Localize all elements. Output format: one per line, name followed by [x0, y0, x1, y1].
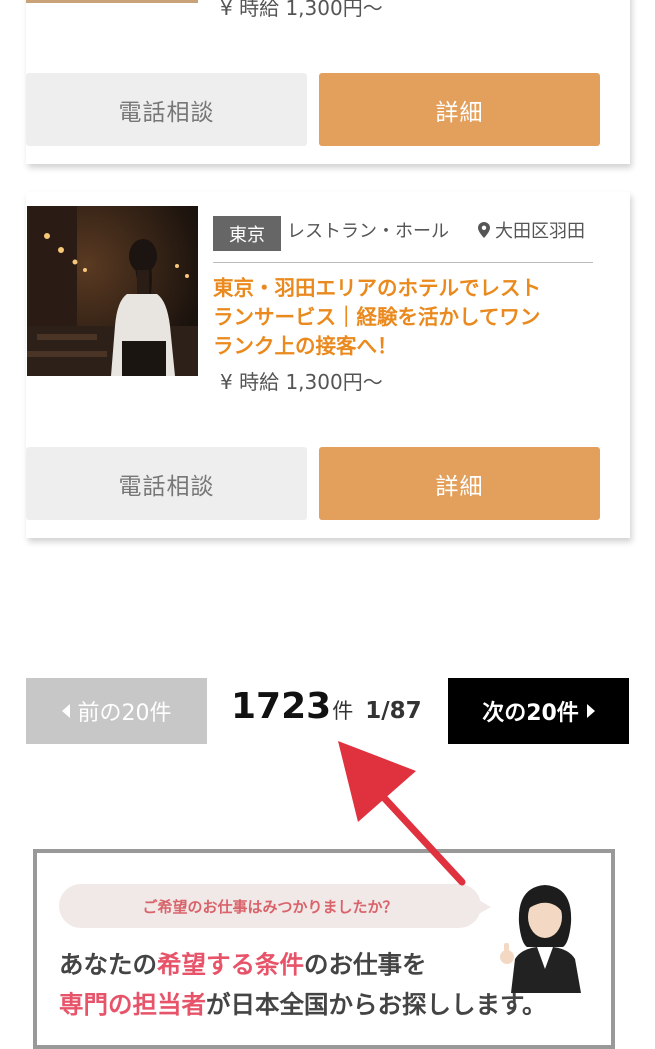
prev-page-label: 前の20件 [77, 701, 172, 726]
job-location: 大田区羽田 [478, 217, 585, 243]
next-page-button[interactable]: 次の20件 [448, 678, 629, 744]
prev-page-button[interactable]: 前の20件 [26, 678, 207, 744]
count-unit: 件 [332, 699, 354, 723]
banner-headline-line1: あなたの希望する条件のお仕事を [59, 946, 427, 981]
phone-consult-button[interactable]: 電話相談 [26, 447, 307, 520]
job-price: ¥ 時給 1,300円〜 [220, 0, 383, 20]
job-card-previous: ¥ 時給 1,300円〜 電話相談 詳細 [26, 0, 630, 164]
waitress-photo [27, 206, 198, 376]
divider [213, 262, 593, 263]
speech-bubble: ご希望のお仕事はみつかりましたか？ [59, 884, 481, 928]
banner-headline-line2: 専門の担当者が日本全国からお探しします。 [59, 986, 547, 1021]
region-tag: 東京 [213, 216, 281, 251]
map-pin-icon [478, 222, 490, 238]
page-indicator: 1/87 [365, 698, 422, 724]
job-card: 東京 レストラン・ホール 大田区羽田 東京・羽田エリアのホテルでレスト ランサー… [26, 192, 630, 538]
job-thumbnail[interactable] [27, 206, 198, 376]
total-count: 1723 [231, 686, 332, 727]
job-title-line: ランサービス｜経験を活かしてワン [213, 305, 541, 329]
job-location-label: 大田区羽田 [495, 221, 585, 242]
detail-button[interactable]: 詳細 [319, 73, 600, 146]
banner-text: あなたの [59, 950, 157, 979]
job-thumbnail-edge [26, 0, 198, 3]
agent-person-illustration [500, 885, 581, 993]
detail-button[interactable]: 詳細 [319, 447, 600, 520]
job-price: ¥ 時給 1,300円〜 [220, 370, 383, 394]
caret-right-icon [586, 704, 595, 718]
banner-text: が日本全国からお探しします。 [206, 990, 547, 1019]
banner-highlight: 専門の担当者 [59, 990, 206, 1019]
consult-banner[interactable]: ご希望のお仕事はみつかりましたか？ あなたの希望する条件のお仕事を 専門の担当者… [33, 849, 615, 1049]
banner-text: のお仕事を [304, 950, 427, 979]
next-page-label: 次の20件 [482, 701, 579, 726]
result-count: 1723 件 1/87 [231, 686, 422, 734]
banner-highlight: 希望する条件 [157, 950, 304, 979]
job-title-line: 東京・羽田エリアのホテルでレスト [213, 276, 541, 300]
phone-consult-button[interactable]: 電話相談 [26, 73, 307, 146]
job-title[interactable]: 東京・羽田エリアのホテルでレスト ランサービス｜経験を活かしてワン ランク上の接… [213, 274, 593, 361]
job-category: レストラン・ホール [287, 221, 449, 242]
job-title-line: ランク上の接客へ！ [213, 334, 398, 358]
caret-left-icon [61, 704, 70, 718]
